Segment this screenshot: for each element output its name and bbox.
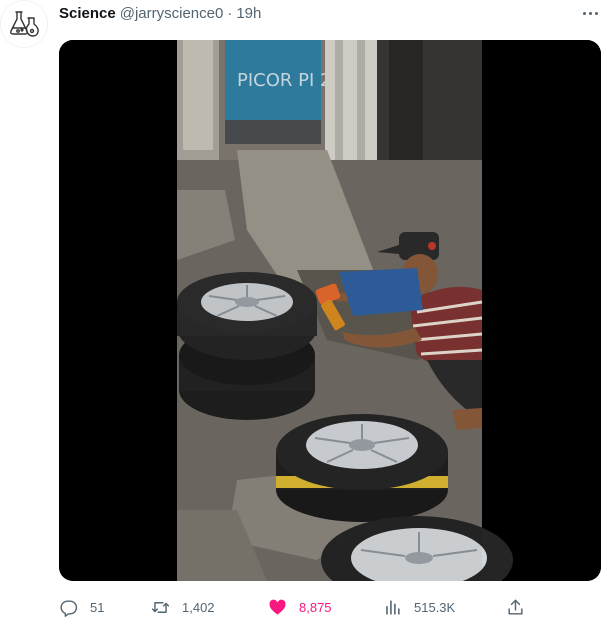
more-horizontal-icon [582, 11, 586, 15]
retweet-count: 1,402 [182, 599, 215, 615]
like-button[interactable]: 8,875 [268, 596, 332, 618]
tweet-timestamp[interactable]: 19h [236, 5, 261, 22]
author-name[interactable]: Science [59, 5, 116, 22]
views-bar-icon [386, 599, 400, 615]
reply-button[interactable]: 51 [59, 596, 104, 618]
reply-count: 51 [90, 599, 105, 615]
retweet-icon [151, 601, 170, 613]
views-count: 515.3K [414, 599, 456, 615]
avatar[interactable] [0, 0, 48, 48]
heart-filled-icon [269, 599, 286, 615]
author-handle[interactable]: @jarryscience0 [120, 5, 224, 22]
video-frame: PICOR PI 252 [59, 40, 601, 581]
tweet-actions: 51 1,402 8,875 515.3K [59, 596, 601, 618]
like-count: 8,875 [299, 599, 332, 615]
more-button[interactable] [576, 2, 604, 24]
tweet-header: Science @jarryscience0 · 19h [59, 3, 261, 23]
share-icon [508, 599, 523, 615]
tweet: Science @jarryscience0 · 19h PICOR PI 25… [0, 0, 613, 631]
retweet-button[interactable]: 1,402 [151, 596, 215, 618]
views-button[interactable]: 515.3K [383, 596, 455, 618]
reply-icon [60, 599, 78, 617]
tweet-video[interactable]: PICOR PI 252 [59, 40, 601, 581]
separator-dot: · [227, 4, 233, 22]
flask-beaker-icon [10, 11, 39, 37]
share-button[interactable] [506, 596, 525, 618]
